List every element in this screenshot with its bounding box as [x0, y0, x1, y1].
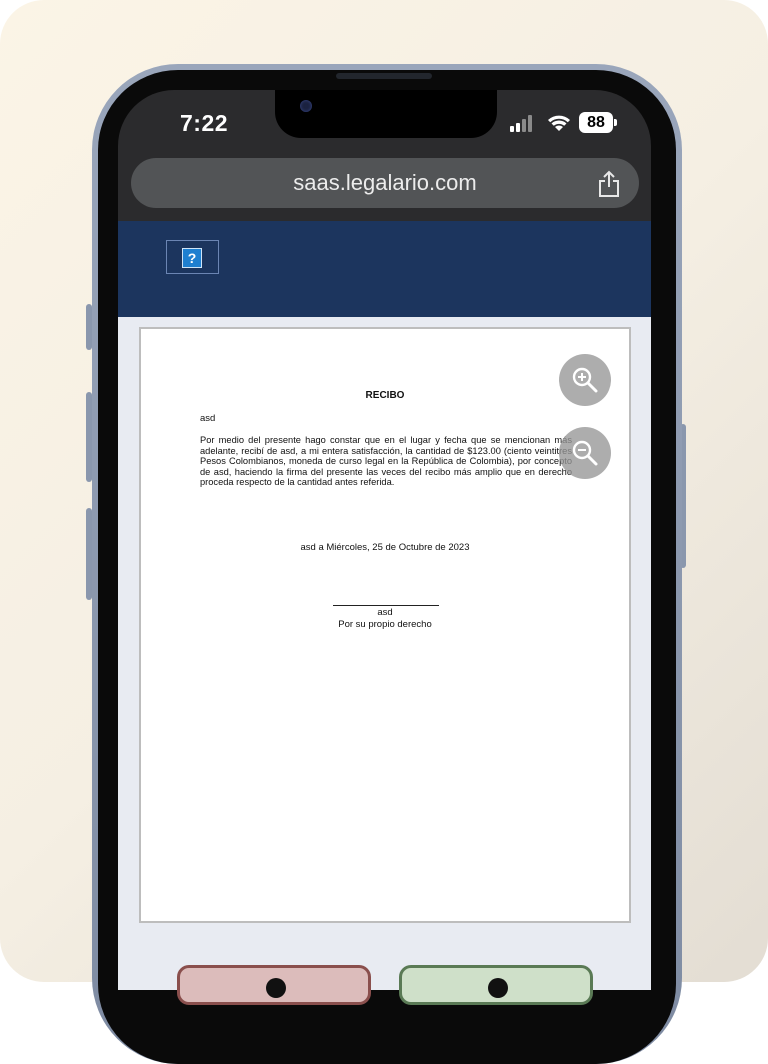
- cellular-signal-icon: [508, 112, 538, 134]
- accept-icon: [488, 978, 508, 998]
- app-header: ?: [118, 221, 651, 317]
- address-bar[interactable]: saas.legalario.com: [131, 158, 639, 208]
- wifi-icon: [548, 115, 570, 131]
- document-title: RECIBO: [365, 390, 405, 401]
- status-time: 7:22: [180, 110, 229, 136]
- zoom-in-button[interactable]: [559, 354, 611, 406]
- zoom-in-icon: [572, 367, 598, 393]
- help-icon[interactable]: ?: [182, 248, 202, 268]
- battery-icon: 88: [579, 112, 617, 133]
- signer-name: asd: [377, 607, 393, 618]
- document-place-date: asd a Miércoles, 25 de Octubre de 2023: [300, 542, 470, 553]
- signature-line: [333, 605, 439, 606]
- document-viewer: RECIBO asd Por medio del presente hago c…: [118, 317, 651, 1005]
- help-button[interactable]: ?: [166, 240, 219, 274]
- speaker-grille: [336, 73, 432, 79]
- notch: [275, 90, 497, 138]
- accept-button[interactable]: [399, 965, 593, 1005]
- share-icon[interactable]: [597, 170, 621, 198]
- document-recipient: asd: [200, 413, 216, 424]
- reject-icon: [266, 978, 286, 998]
- front-camera: [300, 100, 312, 112]
- document-body: Por medio del presente hago constar que …: [200, 435, 572, 487]
- zoom-out-button[interactable]: [559, 427, 611, 479]
- reject-button[interactable]: [177, 965, 371, 1005]
- zoom-out-icon: [572, 440, 598, 466]
- document-page: RECIBO asd Por medio del presente hago c…: [139, 327, 631, 923]
- signer-caption: Por su propio derecho: [338, 619, 432, 630]
- url-text[interactable]: saas.legalario.com: [131, 158, 639, 208]
